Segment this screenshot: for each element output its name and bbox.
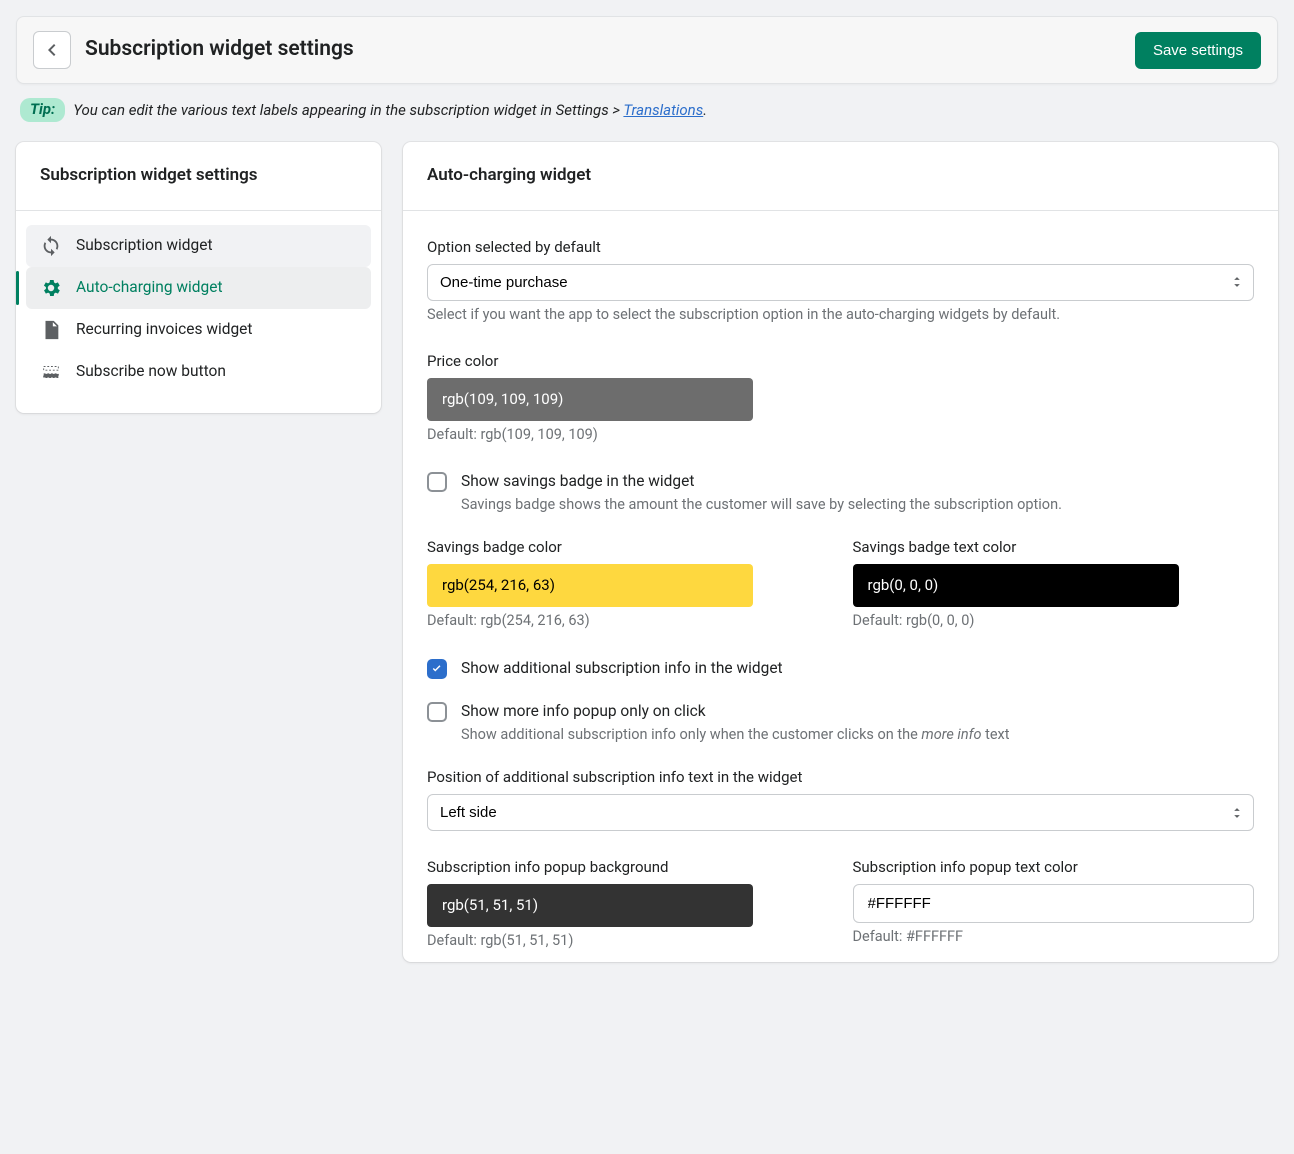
translations-link[interactable]: Translations (623, 101, 703, 119)
price-color-label: Price color (427, 351, 1254, 372)
sidebar-item-subscription-widget[interactable]: Subscription widget (26, 225, 371, 267)
field-position-info: Position of additional subscription info… (427, 767, 1254, 831)
popup-text-input[interactable] (853, 884, 1255, 923)
savings-badge-color-swatch[interactable]: rgb(254, 216, 63) (427, 564, 753, 607)
option-default-label: Option selected by default (427, 237, 1254, 258)
field-popup-text: Subscription info popup text color Defau… (853, 857, 1255, 951)
field-show-additional: Show additional subscription info in the… (427, 658, 1254, 680)
field-show-more-click: Show more info popup only on click Show … (427, 701, 1254, 745)
main-card: Auto-charging widget Option selected by … (403, 142, 1278, 962)
sidebar-title: Subscription widget settings (16, 142, 381, 211)
tip-badge: Tip: (20, 98, 65, 122)
show-additional-label: Show additional subscription info in the… (461, 658, 783, 680)
savings-badge-text-color-swatch[interactable]: rgb(0, 0, 0) (853, 564, 1179, 607)
field-show-savings: Show savings badge in the widget Savings… (427, 471, 1254, 515)
show-savings-checkbox[interactable] (427, 472, 447, 492)
check-icon (430, 662, 444, 676)
tip-text: You can edit the various text labels app… (73, 100, 707, 121)
popup-text-label: Subscription info popup text color (853, 857, 1255, 878)
show-savings-label: Show savings badge in the widget (461, 471, 1062, 493)
button-icon (40, 361, 62, 383)
arrow-left-icon (42, 40, 62, 60)
option-default-help: Select if you want the app to select the… (427, 305, 1254, 325)
show-more-click-help-post: text (982, 726, 1010, 743)
page-header: Subscription widget settings Save settin… (16, 16, 1278, 84)
page-title: Subscription widget settings (85, 35, 1121, 64)
sidebar-item-label: Auto-charging widget (76, 277, 223, 299)
field-savings-badge-text-color: Savings badge text color rgb(0, 0, 0) De… (853, 537, 1255, 631)
savings-badge-color-default: Default: rgb(254, 216, 63) (427, 611, 829, 631)
savings-badge-color-label: Savings badge color (427, 537, 829, 558)
sidebar-item-subscribe-now-button[interactable]: Subscribe now button (26, 351, 371, 393)
show-more-click-checkbox[interactable] (427, 702, 447, 722)
sidebar-item-label: Subscription widget (76, 235, 213, 257)
tip-text-after: . (703, 101, 707, 119)
show-more-click-label: Show more info popup only on click (461, 701, 1009, 723)
savings-badge-text-color-label: Savings badge text color (853, 537, 1255, 558)
show-additional-checkbox[interactable] (427, 659, 447, 679)
sidebar-card: Subscription widget settings Subscriptio… (16, 142, 381, 413)
show-more-click-help-pre: Show additional subscription info only w… (461, 726, 921, 743)
main-title: Auto-charging widget (403, 142, 1278, 211)
option-default-select[interactable]: One-time purchase (427, 264, 1254, 301)
gear-auto-icon (40, 277, 62, 299)
refresh-icon (40, 235, 62, 257)
position-info-select[interactable]: Left side (427, 794, 1254, 831)
popup-bg-swatch[interactable]: rgb(51, 51, 51) (427, 884, 753, 927)
save-settings-button[interactable]: Save settings (1135, 32, 1261, 69)
sidebar-item-auto-charging-widget[interactable]: Auto-charging widget (26, 267, 371, 309)
invoice-icon (40, 319, 62, 341)
popup-text-default: Default: #FFFFFF (853, 927, 1255, 947)
popup-bg-label: Subscription info popup background (427, 857, 829, 878)
field-option-default: Option selected by default One-time purc… (427, 237, 1254, 325)
position-info-label: Position of additional subscription info… (427, 767, 1254, 788)
sidebar-item-label: Subscribe now button (76, 361, 226, 383)
field-price-color: Price color rgb(109, 109, 109) Default: … (427, 351, 1254, 445)
show-more-click-help: Show additional subscription info only w… (461, 725, 1009, 745)
sidebar-item-label: Recurring invoices widget (76, 319, 252, 341)
field-savings-badge-color: Savings badge color rgb(254, 216, 63) De… (427, 537, 829, 631)
price-color-default: Default: rgb(109, 109, 109) (427, 425, 1254, 445)
popup-bg-default: Default: rgb(51, 51, 51) (427, 931, 829, 951)
savings-badge-text-color-default: Default: rgb(0, 0, 0) (853, 611, 1255, 631)
back-button[interactable] (33, 31, 71, 69)
tip-banner: Tip: You can edit the various text label… (16, 84, 1278, 142)
field-popup-bg: Subscription info popup background rgb(5… (427, 857, 829, 951)
tip-text-body: You can edit the various text labels app… (73, 101, 623, 119)
show-more-click-help-em: more info (921, 726, 981, 743)
show-savings-help: Savings badge shows the amount the custo… (461, 495, 1062, 515)
sidebar-item-recurring-invoices-widget[interactable]: Recurring invoices widget (26, 309, 371, 351)
price-color-swatch[interactable]: rgb(109, 109, 109) (427, 378, 753, 421)
